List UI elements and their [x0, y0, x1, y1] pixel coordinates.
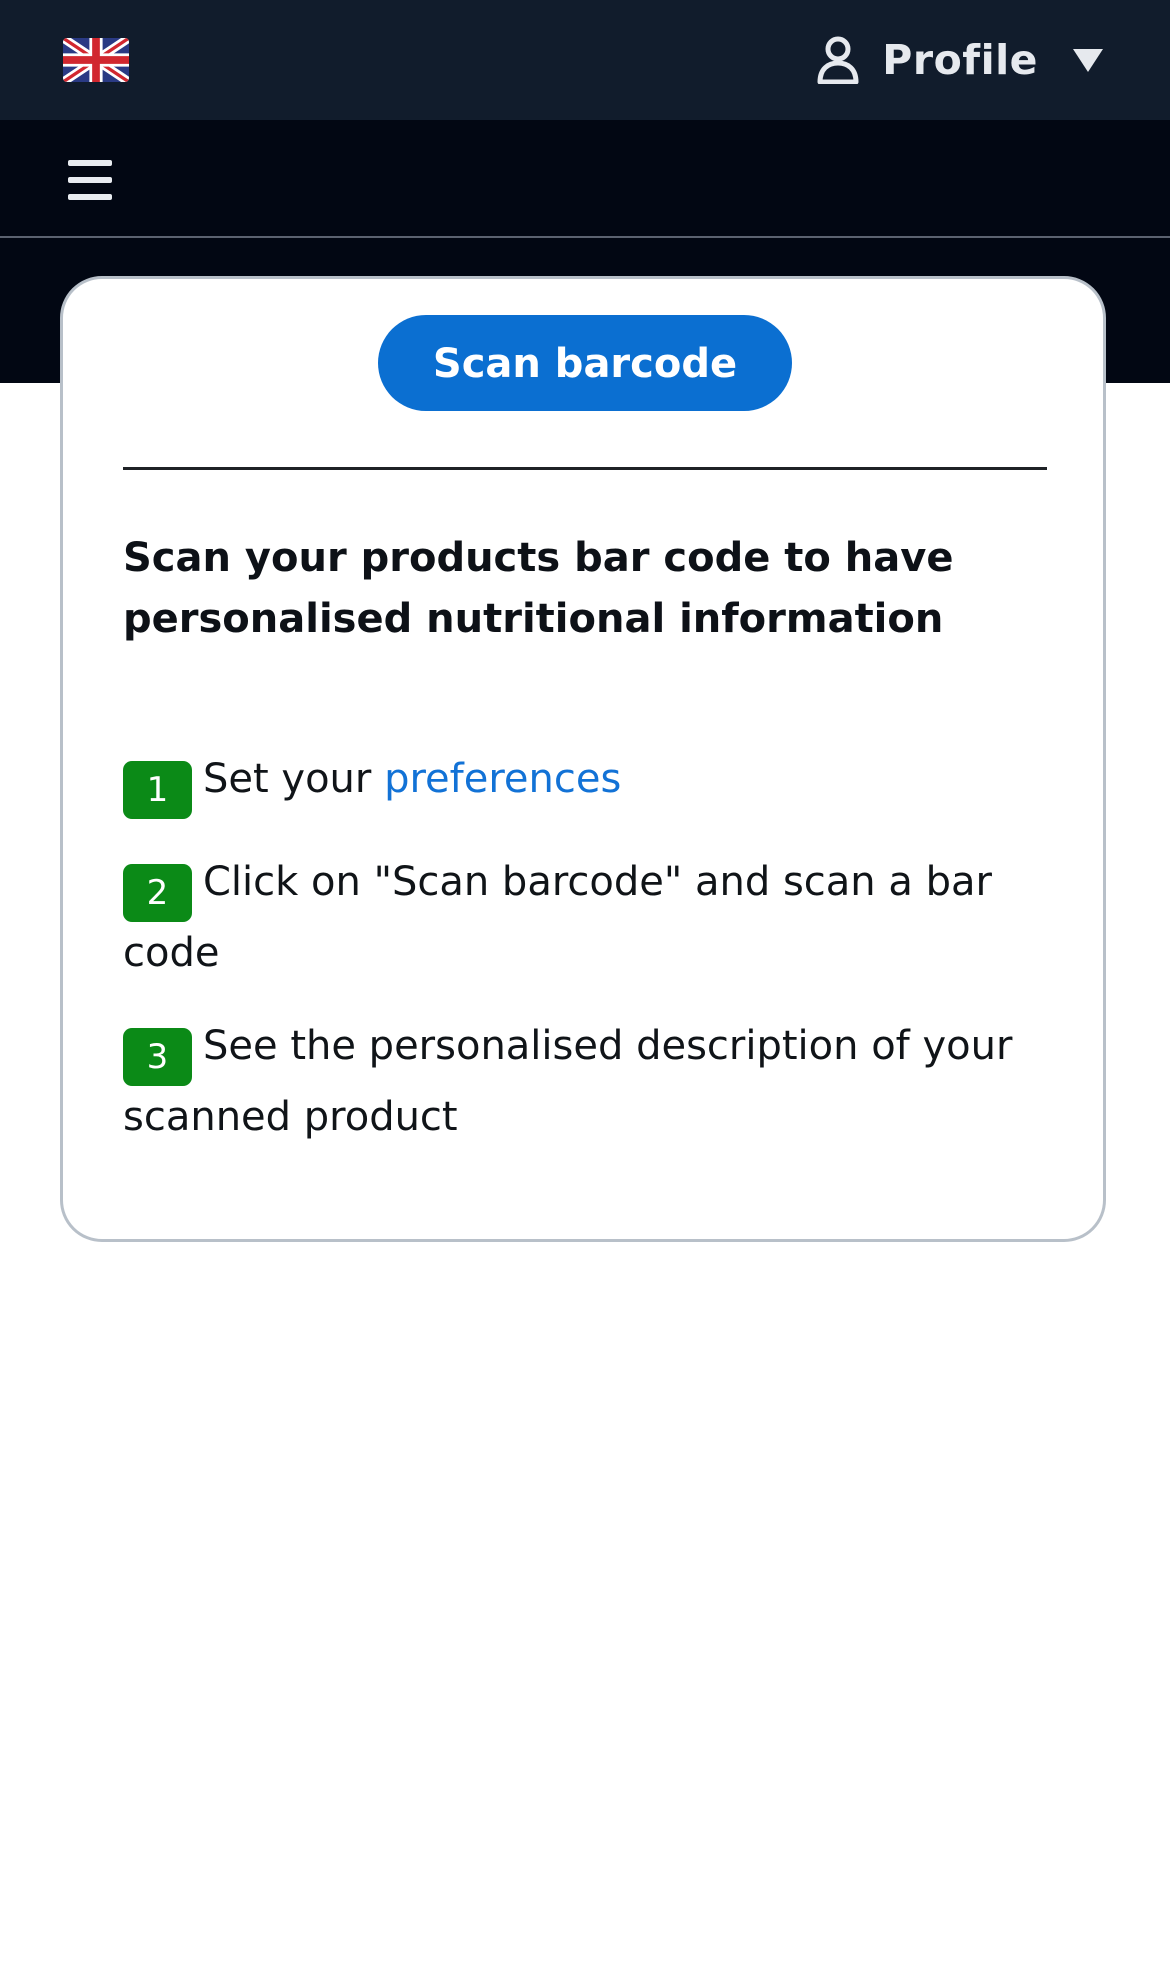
uk-flag-icon[interactable]	[63, 38, 129, 82]
card-headline: Scan your products bar code to have pers…	[123, 535, 954, 642]
hamburger-menu-icon[interactable]	[68, 160, 112, 200]
step-number-badge: 3	[123, 1028, 192, 1086]
step-2-text: Click on "Scan barcode" and scan a bar c…	[123, 859, 992, 976]
scan-barcode-button[interactable]: Scan barcode	[378, 315, 792, 411]
step-2: 2 Click on "Scan barcode" and scan a bar …	[123, 851, 1023, 984]
step-3: 3 See the personalised description of you…	[123, 1015, 1023, 1148]
divider	[123, 467, 1047, 470]
step-1-text: Set your	[203, 756, 385, 802]
profile-label: Profile	[882, 36, 1038, 84]
user-icon	[817, 36, 859, 84]
chevron-down-icon	[1073, 49, 1103, 72]
step-1: 1 Set your preferences	[123, 748, 1023, 819]
profile-menu[interactable]: Profile	[816, 28, 1104, 92]
preferences-link[interactable]: preferences	[384, 756, 621, 802]
step-number-badge: 1	[123, 761, 192, 819]
step-number-badge: 2	[123, 864, 192, 922]
step-3-text: See the personalised description of your…	[123, 1023, 1013, 1140]
nav-bar	[0, 120, 1170, 238]
